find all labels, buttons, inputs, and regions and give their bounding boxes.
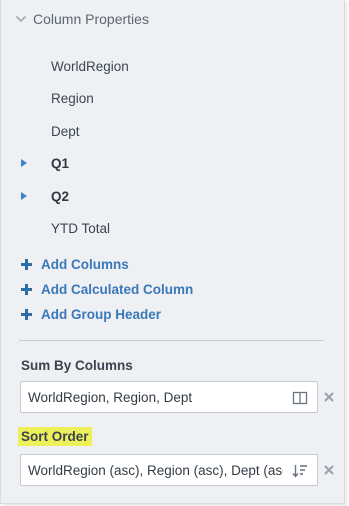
column-item-label: Q2 [51, 188, 70, 204]
clear-sort-order-icon[interactable] [323, 464, 335, 476]
sort-order-value: WorldRegion (asc), Region (asc), Dept (a… [28, 462, 283, 478]
add-columns-button[interactable]: Add Columns [21, 255, 129, 273]
plus-icon [21, 283, 32, 295]
add-calculated-column-button[interactable]: Add Calculated Column [21, 280, 193, 298]
plus-icon [21, 258, 32, 270]
column-properties-title: Column Properties [33, 11, 149, 27]
column-item-label: Q1 [51, 155, 70, 171]
plus-icon [21, 308, 32, 320]
column-item-label: WorldRegion [51, 58, 129, 74]
sort-icon[interactable] [292, 463, 308, 479]
expand-caret-icon[interactable] [21, 159, 27, 167]
add-group-header-button[interactable]: Add Group Header [21, 305, 161, 323]
column-item-label: Dept [51, 123, 80, 139]
column-item-label: YTD Total [51, 220, 111, 236]
clear-sum-by-icon[interactable] [323, 391, 335, 403]
sort-order-field[interactable]: WorldRegion (asc), Region (asc), Dept (a… [20, 454, 318, 486]
columns-icon[interactable] [292, 390, 308, 406]
expand-caret-icon[interactable] [21, 192, 27, 200]
add-calculated-column-label: Add Calculated Column [41, 281, 194, 297]
add-columns-label: Add Columns [41, 256, 129, 272]
chevron-down-icon [15, 15, 27, 23]
column-properties-header[interactable]: Column Properties [15, 10, 149, 28]
column-item-label: Region [51, 90, 94, 106]
add-group-header-label: Add Group Header [41, 306, 162, 322]
sum-by-columns-label: Sum By Columns [21, 358, 133, 373]
sum-by-columns-field[interactable]: WorldRegion, Region, Dept [20, 381, 318, 413]
sort-order-label: Sort Order [18, 427, 92, 446]
section-divider [19, 340, 324, 341]
sum-by-columns-value: WorldRegion, Region, Dept [28, 389, 193, 405]
column-properties-panel: Column Properties WorldRegion Region Dep… [0, 0, 345, 504]
